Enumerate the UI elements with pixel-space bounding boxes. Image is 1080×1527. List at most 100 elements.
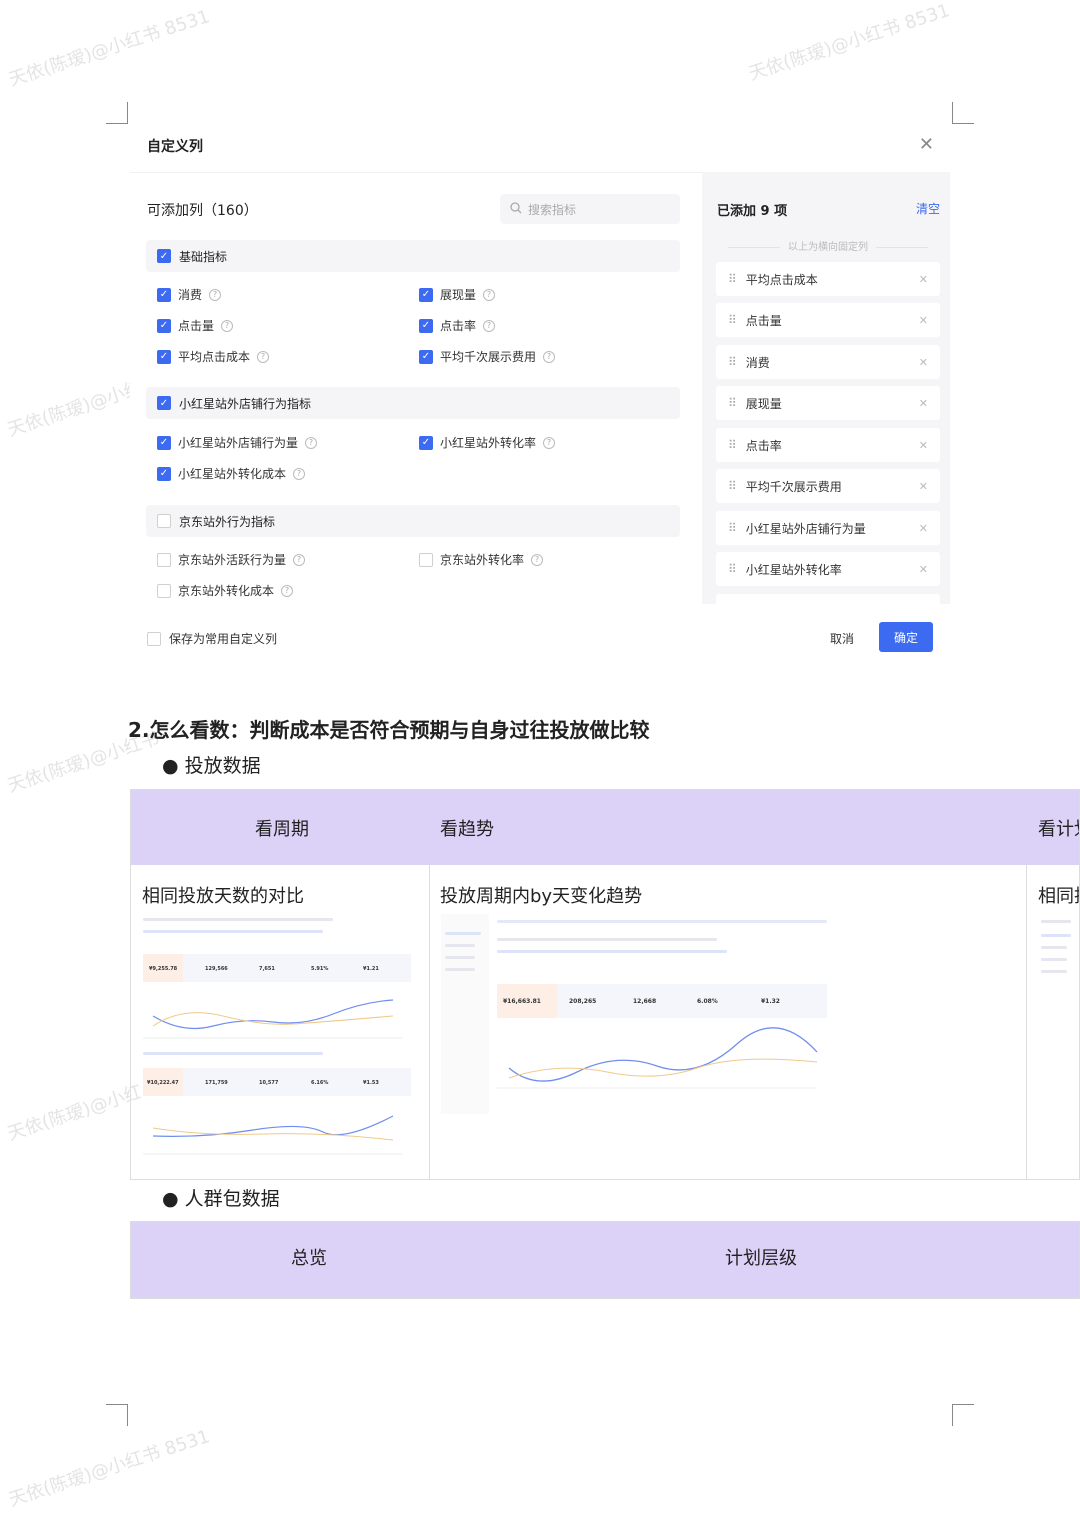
help-icon[interactable]: ? bbox=[483, 319, 496, 332]
option-cpc[interactable]: ✓ 平均点击成本? bbox=[157, 348, 270, 365]
selected-item[interactable]: ⠿ 平均千次展示费用 ✕ bbox=[716, 469, 940, 503]
thumb-stats-row: ¥9,255.78 129,566 7,651 5.91% ¥1.21 bbox=[143, 954, 411, 982]
drag-handle-icon[interactable]: ⠿ bbox=[728, 396, 737, 410]
checkbox-checked[interactable]: ✓ bbox=[157, 318, 171, 333]
selected-item[interactable]: ⠿ 点击率 ✕ bbox=[716, 428, 940, 462]
checkbox-unchecked[interactable] bbox=[157, 514, 171, 528]
drag-handle-icon[interactable]: ⠿ bbox=[728, 562, 737, 576]
option-xhx-cpa[interactable]: ✓ 小红星站外转化成本? bbox=[157, 465, 306, 482]
remove-icon[interactable]: ✕ bbox=[919, 397, 928, 410]
option-jd-cvr[interactable]: 京东站外转化率? bbox=[419, 551, 544, 568]
table-header-cell: 看计划 bbox=[1038, 818, 1079, 840]
option-cpm[interactable]: ✓ 平均千次展示费用? bbox=[419, 348, 556, 365]
thumb-filters bbox=[143, 1052, 323, 1055]
selected-count: 已添加 9 项 bbox=[717, 204, 788, 219]
checkbox-unchecked[interactable] bbox=[147, 631, 161, 646]
dialog-footer: 保存为常用自定义列 取消 确定 bbox=[130, 604, 950, 678]
help-icon[interactable]: ? bbox=[209, 288, 222, 301]
option-jd-cpa[interactable]: 京东站外转化成本? bbox=[157, 582, 294, 599]
remove-icon[interactable]: ✕ bbox=[919, 563, 928, 576]
help-icon[interactable]: ? bbox=[281, 584, 294, 597]
selected-item[interactable]: ⠿ 小红星站外转化率 ✕ bbox=[716, 552, 940, 586]
thumb-nav bbox=[1041, 970, 1067, 973]
group-xhx-offsite-store[interactable]: ✓ 小红星站外店铺行为指标 bbox=[146, 387, 680, 419]
drag-handle-icon[interactable]: ⠿ bbox=[728, 355, 737, 369]
crop-mark bbox=[952, 1404, 974, 1426]
remove-icon[interactable]: ✕ bbox=[919, 522, 928, 535]
table-header-cell: 看周期 bbox=[255, 818, 309, 840]
table-header-cell: 总览 bbox=[291, 1248, 327, 1269]
remove-icon[interactable]: ✕ bbox=[919, 356, 928, 369]
checkbox-checked[interactable]: ✓ bbox=[157, 435, 171, 450]
bullet-delivery-data: ● 投放数据 bbox=[162, 755, 261, 777]
option-xhx-store-actions[interactable]: ✓ 小红星站外店铺行为量? bbox=[157, 434, 318, 451]
selected-item[interactable]: ⠿ 点击量 ✕ bbox=[716, 303, 940, 337]
table-header-cell: 计划层级 bbox=[725, 1248, 797, 1269]
drag-handle-icon[interactable]: ⠿ bbox=[728, 521, 737, 535]
option-label: 小红星站外转化成本 bbox=[178, 467, 287, 481]
dialog-title: 自定义列 bbox=[147, 139, 203, 155]
thumb-nav bbox=[1041, 958, 1067, 961]
checkbox-checked[interactable]: ✓ bbox=[157, 466, 171, 481]
confirm-button[interactable]: 确定 bbox=[879, 622, 933, 652]
group-label: 基础指标 bbox=[179, 249, 228, 264]
selected-item[interactable] bbox=[716, 594, 940, 604]
custom-columns-dialog: 自定义列 ✕ 可添加列（160） 搜索指标 ✓ 基础指标 ✓ 消费? ✓ 展现量? … bbox=[130, 108, 950, 678]
checkbox-checked[interactable]: ✓ bbox=[419, 318, 433, 333]
checkbox-unchecked[interactable] bbox=[157, 583, 171, 598]
close-icon[interactable]: ✕ bbox=[919, 134, 934, 155]
checkbox-checked[interactable]: ✓ bbox=[157, 249, 171, 263]
checkbox-checked[interactable]: ✓ bbox=[419, 349, 433, 364]
clear-button[interactable]: 清空 bbox=[916, 200, 940, 217]
screenshot-thumbnail-plan bbox=[1039, 914, 1079, 1114]
checkbox-unchecked[interactable] bbox=[419, 552, 433, 567]
group-basic-metrics[interactable]: ✓ 基础指标 bbox=[146, 240, 680, 272]
checkbox-checked[interactable]: ✓ bbox=[419, 435, 433, 450]
checkbox-checked[interactable]: ✓ bbox=[157, 349, 171, 364]
save-as-default-option[interactable]: 保存为常用自定义列 bbox=[147, 630, 277, 647]
remove-icon[interactable]: ✕ bbox=[919, 480, 928, 493]
watermark: 天依(陈瑷)@小红书 8531 bbox=[6, 6, 213, 91]
help-icon[interactable]: ? bbox=[543, 350, 556, 363]
group-jd-offsite[interactable]: 京东站外行为指标 bbox=[146, 505, 680, 537]
drag-handle-icon[interactable]: ⠿ bbox=[728, 438, 737, 452]
thumb-nav bbox=[445, 944, 475, 947]
bullet-audience-data: ● 人群包数据 bbox=[162, 1188, 280, 1210]
cancel-button[interactable]: 取消 bbox=[830, 630, 854, 647]
checkbox-checked[interactable]: ✓ bbox=[157, 396, 171, 410]
remove-icon[interactable]: ✕ bbox=[919, 439, 928, 452]
option-ctr[interactable]: ✓ 点击率? bbox=[419, 317, 496, 334]
help-icon[interactable]: ? bbox=[483, 288, 496, 301]
option-clicks[interactable]: ✓ 点击量? bbox=[157, 317, 234, 334]
screenshot-thumbnail-trend: ¥16,663.81 208,265 12,668 6.08% ¥1.32 bbox=[441, 914, 831, 1114]
remove-icon[interactable]: ✕ bbox=[919, 314, 928, 327]
help-icon[interactable]: ? bbox=[543, 436, 556, 449]
option-spend[interactable]: ✓ 消费? bbox=[157, 286, 222, 303]
help-icon[interactable]: ? bbox=[293, 553, 306, 566]
thumb-filters bbox=[143, 930, 323, 933]
drag-handle-icon[interactable]: ⠿ bbox=[728, 272, 737, 286]
option-label: 点击量 bbox=[178, 319, 215, 333]
thumb-stats-row: ¥16,663.81 208,265 12,668 6.08% ¥1.32 bbox=[497, 984, 827, 1018]
thumb-nav bbox=[445, 968, 475, 971]
option-xhx-cvr[interactable]: ✓ 小红星站外转化率? bbox=[419, 434, 556, 451]
help-icon[interactable]: ? bbox=[305, 436, 318, 449]
selected-item[interactable]: ⠿ 小红星站外店铺行为量 ✕ bbox=[716, 511, 940, 545]
help-icon[interactable]: ? bbox=[221, 319, 234, 332]
selected-item[interactable]: ⠿ 消费 ✕ bbox=[716, 345, 940, 379]
drag-handle-icon[interactable]: ⠿ bbox=[728, 479, 737, 493]
help-icon[interactable]: ? bbox=[257, 350, 270, 363]
help-icon[interactable]: ? bbox=[531, 553, 544, 566]
checkbox-unchecked[interactable] bbox=[157, 552, 171, 567]
help-icon[interactable]: ? bbox=[293, 467, 306, 480]
search-input[interactable]: 搜索指标 bbox=[500, 194, 680, 224]
cell-title: 投放周期内by天变化趋势 bbox=[440, 886, 643, 907]
option-impressions[interactable]: ✓ 展现量? bbox=[419, 286, 496, 303]
selected-item[interactable]: ⠿ 展现量 ✕ bbox=[716, 386, 940, 420]
selected-item[interactable]: ⠿ 平均点击成本 ✕ bbox=[716, 262, 940, 296]
checkbox-checked[interactable]: ✓ bbox=[419, 287, 433, 302]
drag-handle-icon[interactable]: ⠿ bbox=[728, 313, 737, 327]
option-jd-active-actions[interactable]: 京东站外活跃行为量? bbox=[157, 551, 306, 568]
remove-icon[interactable]: ✕ bbox=[919, 273, 928, 286]
checkbox-checked[interactable]: ✓ bbox=[157, 287, 171, 302]
